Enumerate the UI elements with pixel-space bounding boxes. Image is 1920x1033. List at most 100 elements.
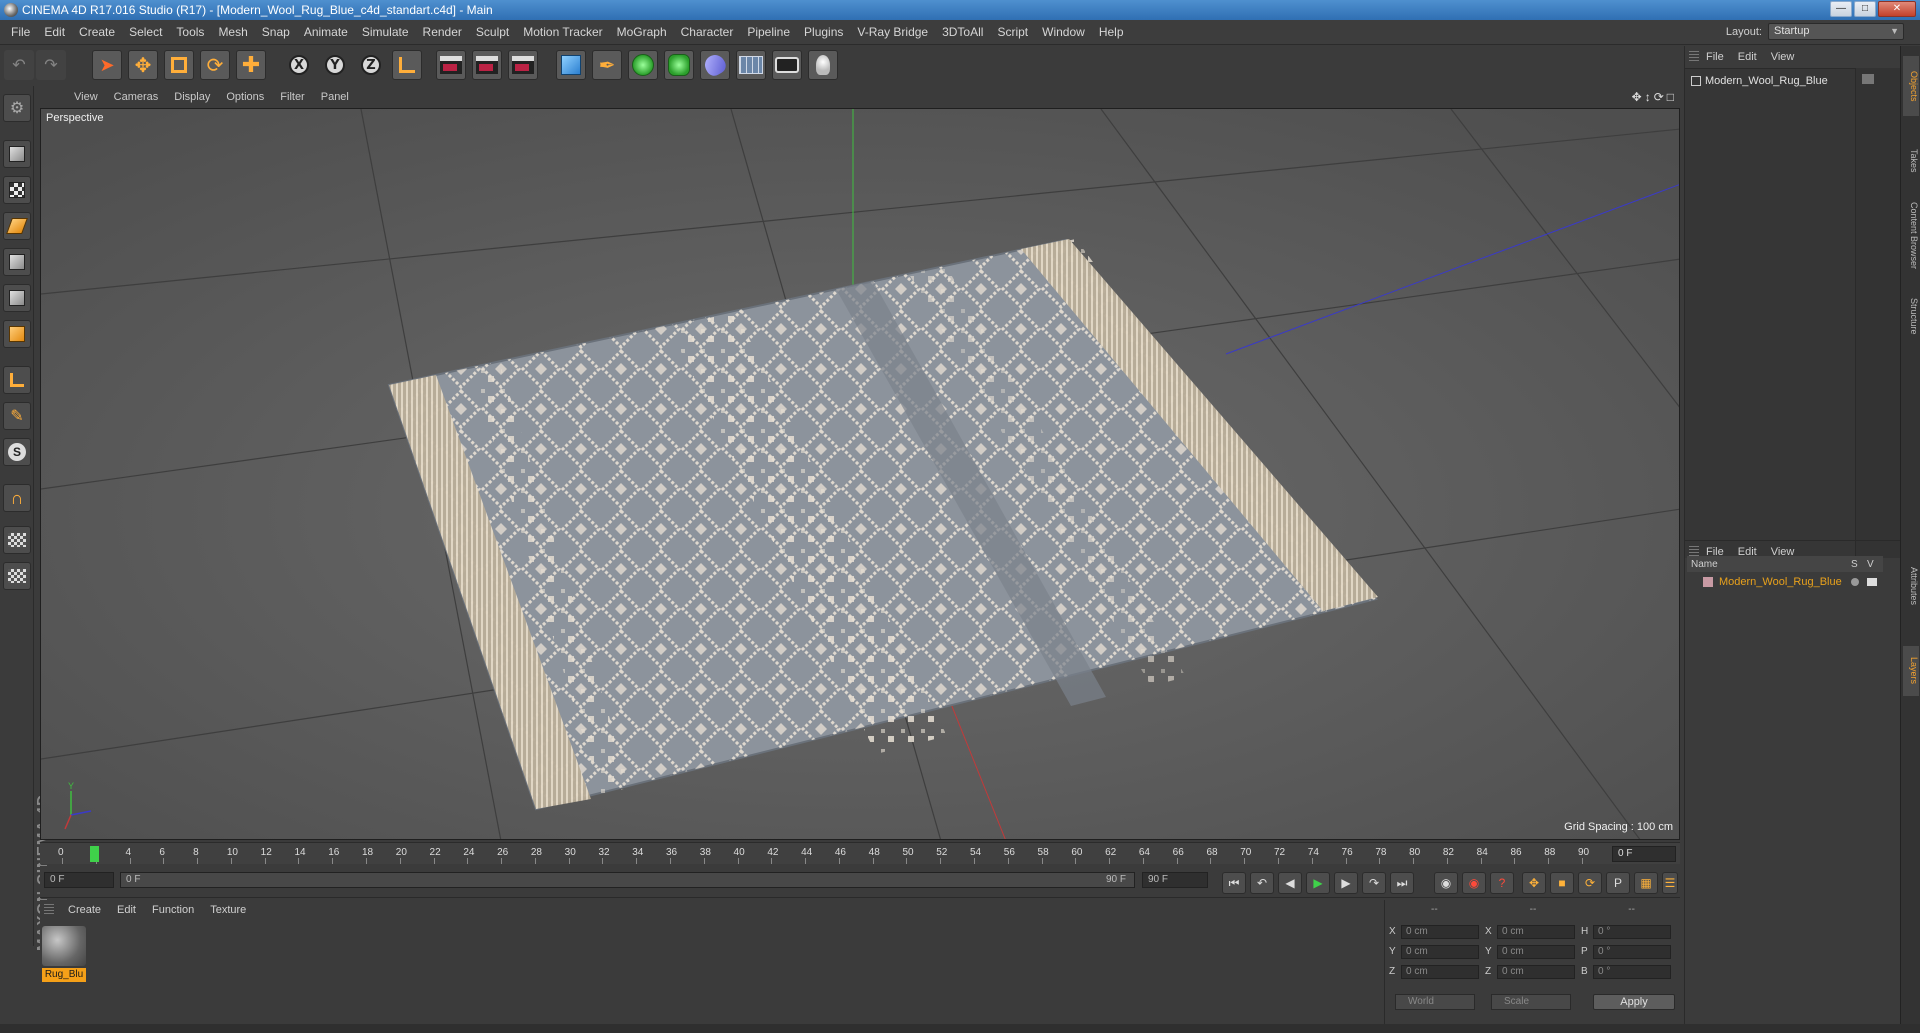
material-menu-create[interactable]: Create — [60, 904, 109, 916]
current-frame-field[interactable]: 0 F — [44, 872, 114, 888]
key-parameter-button[interactable]: P — [1606, 872, 1630, 894]
menu-pipeline[interactable]: Pipeline — [740, 25, 797, 39]
snap-button[interactable]: S — [3, 438, 31, 466]
move-tool-button[interactable]: ✥ — [128, 50, 158, 80]
undo-button[interactable]: ↶ — [4, 50, 34, 80]
coord-field-a[interactable]: 0 cm — [1401, 965, 1479, 979]
render-picture-viewer-button[interactable] — [472, 50, 502, 80]
perspective-viewport[interactable]: Y Perspective Grid Spacing : 100 cm — [40, 108, 1680, 840]
previous-frame-button[interactable]: ◀ — [1278, 872, 1302, 894]
material-thumbnail[interactable] — [42, 926, 86, 966]
coord-field-c[interactable]: 0 ° — [1593, 965, 1671, 979]
menu-edit[interactable]: Edit — [37, 25, 72, 39]
object-menu-file[interactable]: File — [1699, 51, 1731, 63]
cloner-button[interactable] — [664, 50, 694, 80]
coordinate-system-button[interactable] — [392, 50, 422, 80]
menu-file[interactable]: File — [4, 25, 37, 39]
menu-script[interactable]: Script — [990, 25, 1035, 39]
scale-tool-button[interactable] — [164, 50, 194, 80]
menu-v-ray-bridge[interactable]: V-Ray Bridge — [850, 25, 935, 39]
menu-select[interactable]: Select — [122, 25, 169, 39]
model-mode-button[interactable] — [3, 140, 31, 168]
render-settings-button[interactable] — [508, 50, 538, 80]
side-tab-content-browser[interactable]: Content Browser — [1903, 196, 1919, 276]
coord-field-b[interactable]: 0 cm — [1497, 925, 1575, 939]
menu-plugins[interactable]: Plugins — [797, 25, 850, 39]
viewport-menu-options[interactable]: Options — [218, 91, 272, 103]
coord-field-a[interactable]: 0 cm — [1401, 925, 1479, 939]
workplane-lock-button[interactable] — [3, 526, 31, 554]
material-menu-edit[interactable]: Edit — [109, 904, 144, 916]
menu-motion-tracker[interactable]: Motion Tracker — [516, 25, 609, 39]
viewport-rotate-icon[interactable]: ⟳ — [1654, 90, 1664, 104]
object-row[interactable]: Modern_Wool_Rug_Blue — [1691, 75, 1828, 87]
coord-field-c[interactable]: 0 ° — [1593, 925, 1671, 939]
next-key-button[interactable]: ↷ — [1362, 872, 1386, 894]
menu-render[interactable]: Render — [416, 25, 469, 39]
viewport-menu-display[interactable]: Display — [166, 91, 218, 103]
timeline[interactable]: 0246810121416182022242628303234363840424… — [40, 842, 1680, 864]
previous-key-button[interactable]: ↶ — [1250, 872, 1274, 894]
playhead[interactable] — [90, 846, 99, 862]
menu-character[interactable]: Character — [674, 25, 741, 39]
coord-field-a[interactable]: 0 cm — [1401, 945, 1479, 959]
floor-button[interactable] — [736, 50, 766, 80]
material-menu-texture[interactable]: Texture — [202, 904, 254, 916]
viewport-move-icon[interactable]: ✥ — [1632, 90, 1642, 104]
polygons-mode-button[interactable] — [3, 320, 31, 348]
coord-field-b[interactable]: 0 cm — [1497, 945, 1575, 959]
layer-solo-dot[interactable] — [1851, 578, 1859, 586]
render-view-button[interactable] — [436, 50, 466, 80]
go-to-end-button[interactable]: ⏭ — [1390, 872, 1414, 894]
axis-mode-button[interactable] — [3, 366, 31, 394]
record-keys-button[interactable]: ◉ — [1434, 872, 1458, 894]
workplane-mode-button[interactable] — [3, 212, 31, 240]
menu-animate[interactable]: Animate — [297, 25, 355, 39]
key-scale-button[interactable]: ■ — [1550, 872, 1574, 894]
timeline-window-button[interactable]: ☰ — [1662, 872, 1678, 894]
max-frame-field[interactable]: 90 F — [1142, 872, 1208, 888]
deformer-button[interactable] — [700, 50, 730, 80]
side-tab-objects[interactable]: Objects — [1903, 56, 1919, 116]
menu-create[interactable]: Create — [72, 25, 122, 39]
key-rotation-button[interactable]: ⟳ — [1578, 872, 1602, 894]
points-mode-button[interactable] — [3, 248, 31, 276]
transform-tool-button[interactable]: ✚ — [236, 50, 266, 80]
y-axis-toggle[interactable]: Y — [320, 50, 350, 80]
menu-mesh[interactable]: Mesh — [211, 25, 254, 39]
cube-primitive-button[interactable] — [556, 50, 586, 80]
autokey-button[interactable]: ◉ — [1462, 872, 1486, 894]
x-axis-toggle[interactable]: X — [284, 50, 314, 80]
menu-help[interactable]: Help — [1092, 25, 1131, 39]
texture-mode-button[interactable] — [3, 176, 31, 204]
magnet-button[interactable]: ∩ — [3, 484, 31, 512]
layer-row[interactable]: Modern_Wool_Rug_Blue — [1687, 574, 1883, 590]
apply-button[interactable]: Apply — [1593, 994, 1675, 1010]
workplane-rotate-button[interactable] — [3, 562, 31, 590]
edges-mode-button[interactable] — [3, 284, 31, 312]
play-button[interactable]: ▶ — [1306, 872, 1330, 894]
tweak-mode-button[interactable]: ✎ — [3, 402, 31, 430]
redo-button[interactable]: ↷ — [36, 50, 66, 80]
next-frame-button[interactable]: ▶ — [1334, 872, 1358, 894]
material-name[interactable]: Rug_Blu — [42, 968, 86, 982]
menu-snap[interactable]: Snap — [255, 25, 297, 39]
menu-window[interactable]: Window — [1035, 25, 1092, 39]
layout-dropdown[interactable]: Startup ▼ — [1768, 23, 1904, 40]
menu-tools[interactable]: Tools — [169, 25, 211, 39]
coord-field-c[interactable]: 0 ° — [1593, 945, 1671, 959]
viewport-menu-view[interactable]: View — [66, 91, 106, 103]
viewport-menu-cameras[interactable]: Cameras — [106, 91, 167, 103]
rotate-tool-button[interactable]: ⟳ — [200, 50, 230, 80]
viewport-zoom-icon[interactable]: ↕ — [1645, 90, 1651, 104]
key-pla-button[interactable]: ▦ — [1634, 872, 1658, 894]
subdivision-surface-button[interactable] — [628, 50, 658, 80]
size-mode-dropdown[interactable]: Scale — [1491, 994, 1571, 1010]
close-button[interactable]: ✕ — [1878, 1, 1916, 17]
camera-button[interactable] — [772, 50, 802, 80]
menu-sculpt[interactable]: Sculpt — [469, 25, 516, 39]
viewport-menu-panel[interactable]: Panel — [313, 91, 357, 103]
minimize-button[interactable]: — — [1830, 1, 1852, 17]
side-tab-takes[interactable]: Takes — [1903, 136, 1919, 186]
maximize-button[interactable]: □ — [1854, 1, 1876, 17]
